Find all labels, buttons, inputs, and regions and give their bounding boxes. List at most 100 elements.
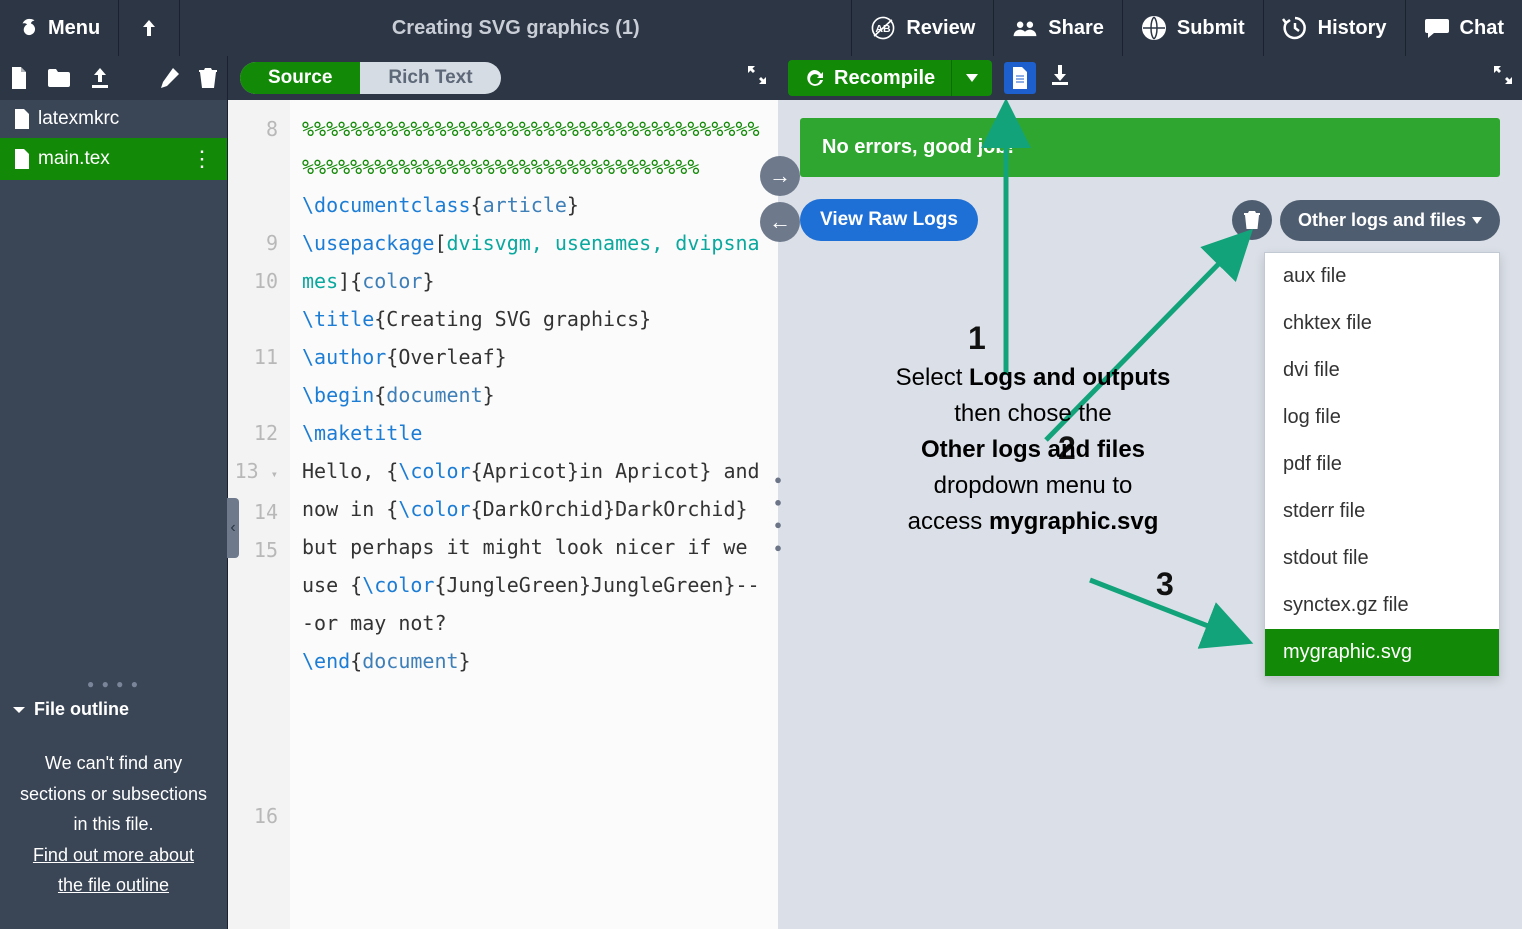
chevron-down-icon: [12, 703, 26, 717]
file-name: latexmkrc: [38, 108, 119, 130]
dropdown-item-synctex[interactable]: synctex.gz file: [1265, 582, 1499, 629]
recompile-dropdown-toggle[interactable]: [952, 60, 992, 96]
file-name: main.tex: [38, 148, 110, 170]
outline-toggle[interactable]: File outline: [0, 689, 227, 730]
dropdown-item-mygraphic-svg[interactable]: mygraphic.svg: [1265, 629, 1499, 676]
home-button[interactable]: [119, 0, 180, 56]
dropdown-item-stderr[interactable]: stderr file: [1265, 488, 1499, 535]
review-label: Review: [906, 17, 975, 40]
review-icon: AB: [870, 15, 896, 41]
dropdown-item-aux[interactable]: aux file: [1265, 253, 1499, 300]
annotation-step-3: 3: [1156, 566, 1174, 603]
outline-title: File outline: [34, 699, 129, 720]
pdf-toolbar: Recompile: [778, 56, 1522, 100]
chat-label: Chat: [1460, 17, 1504, 40]
file-item-latexmkrc[interactable]: latexmkrc: [0, 100, 227, 138]
sync-pdf-to-code-button[interactable]: ←: [760, 202, 800, 242]
dropdown-item-dvi[interactable]: dvi file: [1265, 347, 1499, 394]
refresh-icon: [804, 68, 824, 88]
dropdown-item-log[interactable]: log file: [1265, 394, 1499, 441]
file-item-menu-button[interactable]: ⋮: [191, 146, 213, 172]
chat-button[interactable]: Chat: [1405, 0, 1522, 56]
editor-expand-button[interactable]: [748, 66, 766, 90]
outline-panel: File outline We can't find any sections …: [0, 689, 227, 929]
history-icon: [1282, 15, 1308, 41]
dropdown-item-pdf[interactable]: pdf file: [1265, 441, 1499, 488]
upload-icon: [90, 68, 110, 88]
outline-resize-handle[interactable]: ● ● ● ●: [0, 679, 227, 689]
annotation-text: Select Logs and outputs then chose the O…: [818, 360, 1248, 540]
recompile-button[interactable]: Recompile: [788, 60, 992, 96]
review-button[interactable]: AB Review: [851, 0, 993, 56]
expand-icon: [1494, 66, 1512, 84]
pencil-icon: [159, 68, 179, 88]
view-raw-logs-button[interactable]: View Raw Logs: [800, 199, 978, 241]
new-file-button[interactable]: [0, 56, 38, 100]
overleaf-logo-icon: [18, 17, 40, 39]
project-title: Creating SVG graphics (1): [180, 17, 851, 40]
other-logs-label: Other logs and files: [1298, 210, 1466, 231]
code-token: \documentclass: [302, 193, 471, 217]
file-icon: [14, 109, 30, 129]
topbar-left: Menu: [0, 0, 180, 56]
tab-rich-text[interactable]: Rich Text: [360, 62, 500, 94]
rename-button[interactable]: [149, 56, 189, 100]
outline-body: We can't find any sections or subsection…: [0, 730, 227, 929]
outline-empty-text: We can't find any sections or subsection…: [18, 748, 209, 840]
share-button[interactable]: Share: [993, 0, 1122, 56]
caret-down-icon: [1472, 217, 1482, 224]
download-pdf-button[interactable]: [1050, 65, 1070, 91]
history-button[interactable]: History: [1263, 0, 1405, 56]
logs-actions-row: View Raw Logs Other logs and files: [800, 199, 1500, 241]
folder-icon: [48, 69, 70, 87]
submit-icon: [1141, 15, 1167, 41]
annotation-step-2: 2: [1058, 430, 1076, 467]
delete-file-button[interactable]: [189, 56, 227, 100]
code-content[interactable]: %%%%%%%%%%%%%%%%%%%%%%%%%%%%%%%%%%%%%%%%…: [290, 100, 778, 929]
download-icon: [1050, 65, 1070, 85]
new-folder-button[interactable]: [38, 56, 80, 100]
editor-toolbar: Source Rich Text: [228, 56, 778, 100]
caret-down-icon: [966, 74, 978, 82]
logs-button[interactable]: [1004, 62, 1036, 94]
share-label: Share: [1048, 17, 1104, 40]
file-tree: latexmkrc main.tex ⋮ ● ● ● ● File outlin…: [0, 100, 228, 929]
dropdown-item-stdout[interactable]: stdout file: [1265, 535, 1499, 582]
file-item-main-tex[interactable]: main.tex ⋮: [0, 138, 227, 180]
top-bar: Menu Creating SVG graphics (1) AB Review…: [0, 0, 1522, 56]
collapse-filetree-button[interactable]: ‹: [227, 498, 239, 558]
clear-cache-button[interactable]: [1232, 200, 1272, 240]
sync-code-to-pdf-button[interactable]: →: [760, 156, 800, 196]
new-file-icon: [10, 67, 28, 89]
pdf-expand-button[interactable]: [1494, 66, 1512, 90]
recompile-label: Recompile: [834, 67, 935, 90]
compile-status-success: No errors, good job!: [800, 118, 1500, 177]
main-area: latexmkrc main.tex ⋮ ● ● ● ● File outlin…: [0, 100, 1522, 929]
logs-panel: No errors, good job! View Raw Logs Other…: [778, 100, 1522, 929]
expand-icon: [748, 66, 766, 84]
trash-icon: [199, 68, 217, 88]
outline-help-link[interactable]: Find out more about the file outline: [18, 840, 209, 901]
trash-icon: [1244, 211, 1260, 229]
topbar-right: AB Review Share Submit History Chat: [851, 0, 1522, 56]
annotation-step-1: 1: [968, 320, 986, 357]
other-logs-dropdown-menu: aux file chktex file dvi file log file p…: [1264, 252, 1500, 677]
code-token: %%%%%%%%%%%%%%%%%%%%%%%%%%%%%%%%%%%%%%%%…: [302, 117, 760, 179]
upload-button[interactable]: [80, 56, 120, 100]
editor-mode-switch: Source Rich Text: [240, 62, 501, 94]
submit-button[interactable]: Submit: [1122, 0, 1263, 56]
chat-icon: [1424, 15, 1450, 41]
menu-button[interactable]: Menu: [0, 0, 119, 56]
home-up-icon: [141, 18, 157, 38]
menu-label: Menu: [48, 17, 100, 40]
other-logs-dropdown-button[interactable]: Other logs and files: [1280, 200, 1500, 241]
share-icon: [1012, 15, 1038, 41]
history-label: History: [1318, 17, 1387, 40]
dropdown-item-chktex[interactable]: chktex file: [1265, 300, 1499, 347]
tab-source[interactable]: Source: [240, 62, 360, 94]
sync-arrows: → ←: [760, 156, 800, 242]
file-icon: [14, 149, 30, 169]
file-toolbar: [0, 56, 228, 100]
logs-file-icon: [1011, 67, 1029, 89]
code-editor[interactable]: ‹ 8 9 10 11 12 13 ▾ 14 15 16 %%%%%%%%%%%…: [228, 100, 778, 929]
